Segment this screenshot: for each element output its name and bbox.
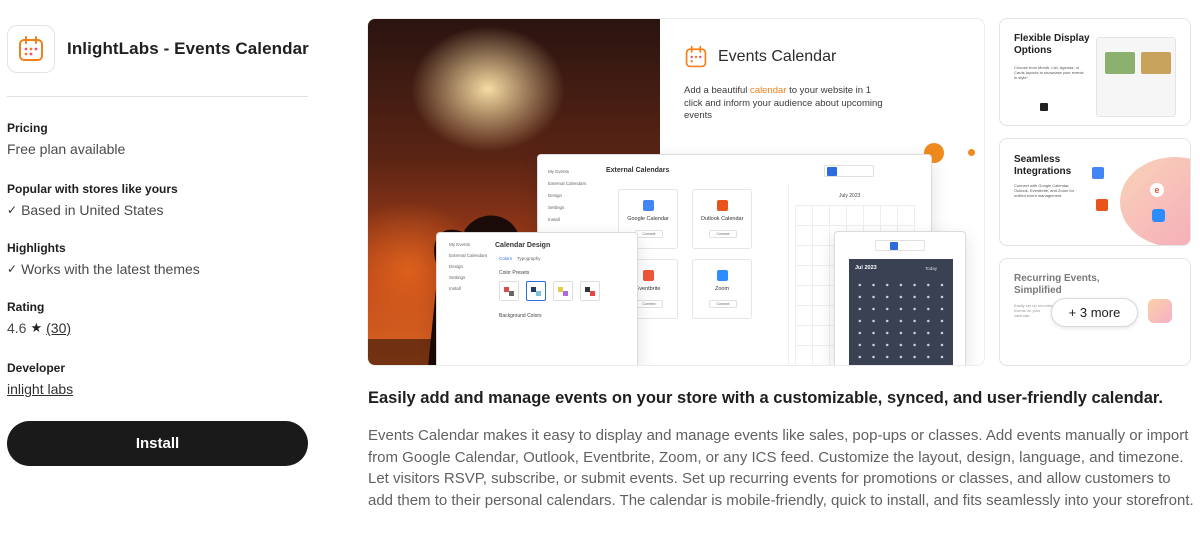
calendar-icon	[19, 36, 43, 61]
calendar-icon	[685, 45, 707, 68]
zoom-icon	[1152, 209, 1165, 222]
highlights-row: ✓ Works with the latest themes	[7, 261, 307, 277]
popular-section: Popular with stores like yours ✓ Based i…	[7, 182, 307, 218]
checkmark-icon: ✓	[7, 262, 18, 276]
today-label: Today	[925, 266, 938, 271]
color-preset-swatch	[553, 281, 573, 301]
checkmark-icon: ✓	[7, 203, 18, 217]
dark-calendar: Jul 2023 Today	[849, 259, 953, 365]
tablet-icon	[890, 242, 898, 250]
sidebar-item: Install	[449, 286, 461, 291]
hero-screenshot[interactable]: Events Calendar Add a beautiful calendar…	[367, 18, 985, 366]
thumbnail-title: Seamless Integrations	[1014, 154, 1072, 177]
sidebar-item: Install	[548, 217, 560, 222]
hero-subtitle-part: Add a beautiful	[684, 85, 751, 96]
decor-dot	[1040, 103, 1048, 111]
highlights-value: Works with the latest themes	[21, 261, 200, 277]
outlook-icon	[1096, 199, 1108, 211]
developer-label: Developer	[7, 361, 66, 375]
thumbnail-text: Easily set up recurring events on your c…	[1014, 303, 1054, 318]
tile-label: Outlook Calendar	[700, 216, 744, 222]
zoom-tile: Zoom Connect	[692, 259, 752, 319]
google-calendar-icon	[643, 200, 654, 211]
calendar-design-window: Calendar Design My Events External Calen…	[436, 232, 638, 365]
hero-headline: Events Calendar	[684, 45, 836, 69]
hero-subtitle: Add a beautiful calendar to your website…	[684, 85, 884, 123]
tab-colors: Colors	[499, 256, 513, 261]
pricing-section: Pricing Free plan available	[7, 121, 307, 157]
popular-label: Popular with stores like yours	[7, 182, 178, 196]
star-icon: ★	[30, 320, 43, 335]
tile-connect-button: Connect	[635, 300, 663, 308]
calendar-design-title: Calendar Design	[495, 242, 551, 249]
dark-calendar-days	[853, 279, 949, 365]
app-logo	[7, 25, 55, 73]
background-colors-label: Background Colors	[499, 313, 542, 319]
mobile-toolbar	[875, 240, 925, 251]
external-calendars-title: External Calendars	[606, 167, 670, 174]
app-title: InlightLabs - Events Calendar	[67, 39, 309, 58]
sidebar-item: External Calendars	[449, 253, 488, 258]
install-button[interactable]: Install	[7, 421, 308, 466]
google-calendar-icon	[1092, 167, 1104, 179]
divider	[7, 96, 308, 97]
color-preset-swatch	[526, 281, 546, 301]
thumbnail-title: Recurring Events, Simplified	[1014, 273, 1100, 296]
month-label: July 2023	[839, 193, 861, 199]
tile-label: Google Calendar	[627, 216, 669, 222]
tile-connect-button: Connect	[635, 230, 663, 238]
tab-typography: Typography	[517, 256, 541, 261]
color-presets-label: Color Presets	[499, 270, 530, 276]
developer-link[interactable]: inlight labs	[7, 381, 73, 397]
sidebar-item: Design	[449, 264, 464, 269]
color-preset-swatch	[580, 281, 600, 301]
integration-orbit	[1120, 157, 1190, 245]
zoom-icon	[717, 270, 728, 281]
tile-connect-button: Connect	[709, 230, 737, 238]
developer-section: Developer inlight labs	[7, 361, 307, 399]
pricing-label: Pricing	[7, 121, 48, 135]
app-tagline: Easily add and manage events on your sto…	[368, 389, 1163, 407]
eventbrite-icon: e	[1150, 183, 1164, 197]
decor-dot	[968, 149, 975, 156]
rating-score: 4.6	[7, 320, 27, 336]
layout-preview	[1096, 37, 1176, 117]
pricing-value: Free plan available	[7, 141, 126, 157]
color-preset-swatch	[499, 281, 519, 301]
rating-section: Rating 4.6 ★ (30)	[7, 300, 307, 336]
tile-connect-button: Connect	[709, 300, 737, 308]
app-badge-icon	[1148, 299, 1172, 323]
sidebar-item: Settings	[548, 205, 565, 210]
highlights-section: Highlights ✓ Works with the latest theme…	[7, 241, 307, 277]
rating-label: Rating	[7, 300, 45, 314]
sidebar-item: My Events	[449, 242, 471, 247]
thumbnail-flexible-display[interactable]: Flexible Display Options Choose from Mon…	[999, 18, 1191, 126]
tile-label: Zoom	[714, 286, 730, 292]
sidebar-item: My Events	[548, 169, 570, 174]
monitor-icon	[827, 167, 837, 176]
popular-row: ✓ Based in United States	[7, 202, 307, 218]
highlights-label: Highlights	[7, 241, 66, 255]
eventbrite-icon	[643, 270, 654, 281]
sidebar-item: External Calendars	[548, 181, 587, 186]
thumbnail-text: Connect with Google Calendar, Outlook, E…	[1014, 183, 1075, 198]
thumbnail-text: Choose from Month, List, Agenda, or Card…	[1014, 65, 1084, 80]
rating-count-link[interactable]: (30)	[46, 320, 71, 336]
hero-title: Events Calendar	[718, 48, 837, 65]
more-screenshots-button[interactable]: + 3 more	[1051, 298, 1138, 327]
popular-value: Based in United States	[21, 202, 164, 218]
hero-subtitle-highlight: calendar	[750, 85, 787, 96]
outlook-icon	[717, 200, 728, 211]
dark-month-label: Jul 2023	[855, 265, 877, 271]
view-toggle	[824, 165, 874, 177]
rating-row: 4.6 ★ (30)	[7, 320, 307, 336]
app-header: InlightLabs - Events Calendar	[7, 25, 309, 73]
sidebar-item: Settings	[449, 275, 466, 280]
app-description: Events Calendar makes it easy to display…	[368, 427, 1194, 509]
outlook-calendar-tile: Outlook Calendar Connect	[692, 189, 752, 249]
thumbnail-seamless-integrations[interactable]: Seamless Integrations Connect with Googl…	[999, 138, 1191, 246]
sidebar-item: Design	[548, 193, 563, 198]
